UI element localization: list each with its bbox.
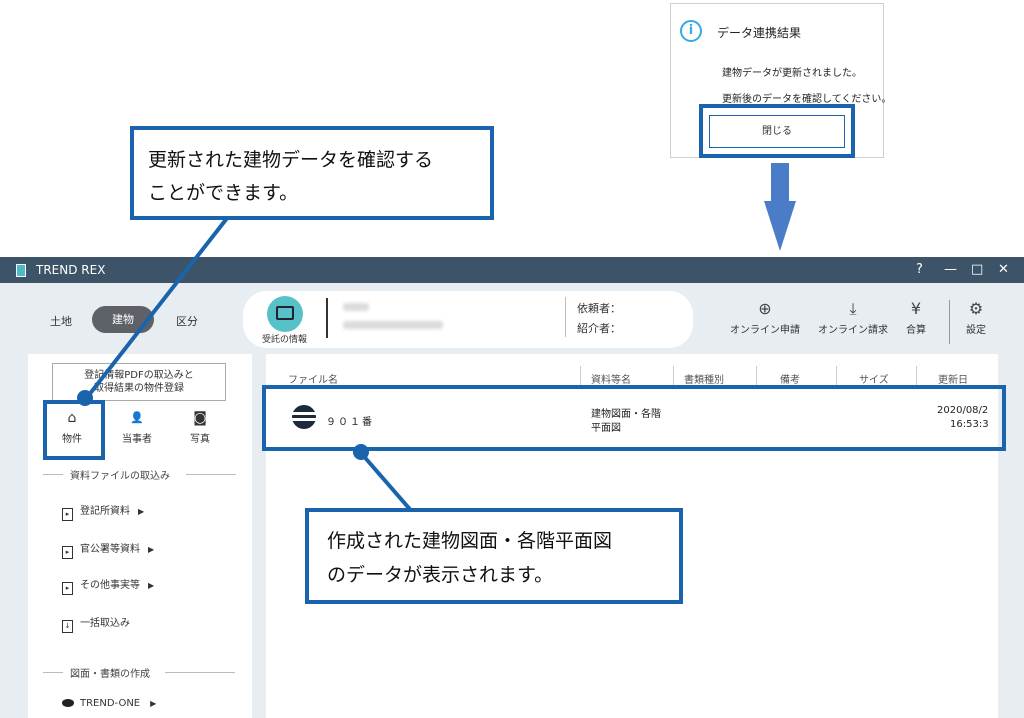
sidebar-item-trend-one[interactable]: TREND-ONE ▶ <box>62 698 156 709</box>
online-bill-button[interactable]: ⤓ オンライン請求 <box>818 299 888 337</box>
blurred-address <box>343 321 443 329</box>
toolbar-divider <box>949 300 950 344</box>
download-icon: ⤓ <box>849 299 857 318</box>
dialog-message-1: 建物データが更新されました。 <box>722 68 862 79</box>
document-icon: ▸ <box>62 546 73 559</box>
column-separator <box>673 366 674 386</box>
column-file-name[interactable]: ファイル名 <box>288 371 338 386</box>
info-icon: i <box>680 20 702 42</box>
id-card-icon <box>267 296 303 332</box>
column-separator <box>836 366 837 386</box>
caret-right-icon: ▶ <box>148 545 155 554</box>
camera-icon: ◙ <box>193 410 207 426</box>
maximize-button[interactable]: □ <box>971 262 983 277</box>
gear-icon: ⚙ <box>968 299 984 318</box>
column-separator <box>580 366 581 386</box>
section-line <box>43 672 63 673</box>
commission-info-panel[interactable] <box>243 291 693 348</box>
row-highlight <box>262 385 1006 451</box>
caret-right-icon: ▶ <box>138 507 145 516</box>
globe-icon: ⊕ <box>758 299 772 318</box>
person-icon: 👤 <box>130 411 144 424</box>
down-arrow-shaft <box>771 163 789 203</box>
window-titlebar <box>0 257 1024 283</box>
trend-one-logo-icon <box>62 699 74 707</box>
requester-label: 依頼者： <box>577 302 621 315</box>
column-size[interactable]: サイズ <box>859 371 889 386</box>
panel-divider-2 <box>565 297 566 337</box>
segment-land[interactable]: 土地 <box>50 313 72 329</box>
leader-dot <box>353 444 369 460</box>
document-icon: ▸ <box>62 508 73 521</box>
close-window-button[interactable]: ✕ <box>998 262 1009 277</box>
sidebar-item-bulk-import[interactable]: ↓ 一括取込み <box>62 614 130 633</box>
panel-divider <box>326 298 328 338</box>
column-document-type[interactable]: 書類種別 <box>684 371 724 386</box>
caret-right-icon: ▶ <box>150 699 157 708</box>
column-separator <box>916 366 917 386</box>
sidebar-item-government[interactable]: ▸ 官公署等資料 ▶ <box>62 540 154 559</box>
window-title: TREND REX <box>36 263 106 277</box>
tab-photos[interactable]: ◙ 写真 <box>190 410 210 445</box>
section-line <box>186 474 236 475</box>
leader-dot <box>77 390 93 406</box>
document-icon: ▸ <box>62 582 73 595</box>
app-logo-icon <box>16 264 26 277</box>
bulk-import-icon: ↓ <box>62 620 73 633</box>
dialog-title: データ連携結果 <box>717 26 802 40</box>
column-document-name[interactable]: 資料等名 <box>591 371 631 386</box>
online-apply-button[interactable]: ⊕ オンライン申請 <box>730 299 800 337</box>
dialog-message-2: 更新後のデータを確認してください。 <box>722 94 892 105</box>
sidebar-item-registry[interactable]: ▸ 登記所資料 ▶ <box>62 502 144 521</box>
column-updated[interactable]: 更新日 <box>938 371 968 386</box>
settings-button[interactable]: ⚙ 設定 <box>966 299 986 337</box>
help-button[interactable]: ? <box>916 262 923 277</box>
property-tab-highlight <box>43 400 105 460</box>
tab-parties[interactable]: 👤 当事者 <box>122 410 152 445</box>
minimize-button[interactable]: — <box>944 262 957 277</box>
dialog-close-button[interactable]: 閉じる <box>709 115 845 148</box>
section-create-drawings: 図面・書類の作成 <box>70 669 150 680</box>
section-line <box>43 474 63 475</box>
blurred-name <box>343 303 369 311</box>
yen-icon: ¥ <box>910 299 922 318</box>
introducer-label: 紹介者： <box>577 322 621 335</box>
total-button[interactable]: ¥ 合算 <box>906 299 926 337</box>
down-arrow-icon <box>764 201 796 251</box>
segment-unit[interactable]: 区分 <box>176 313 198 329</box>
column-remarks[interactable]: 備考 <box>780 371 800 386</box>
section-line <box>165 672 235 673</box>
callout-bottom: 作成された建物図面・各階平面図 のデータが表示されます。 <box>305 508 683 604</box>
sidebar-item-other-facts[interactable]: ▸ その他事実等 ▶ <box>62 576 154 595</box>
commission-info-label: 受託の情報 <box>262 335 308 345</box>
caret-right-icon: ▶ <box>148 581 155 590</box>
section-import-files: 資料ファイルの取込み <box>70 471 170 482</box>
callout-top: 更新された建物データを確認する ことができます。 <box>130 126 494 220</box>
column-separator <box>756 366 757 386</box>
